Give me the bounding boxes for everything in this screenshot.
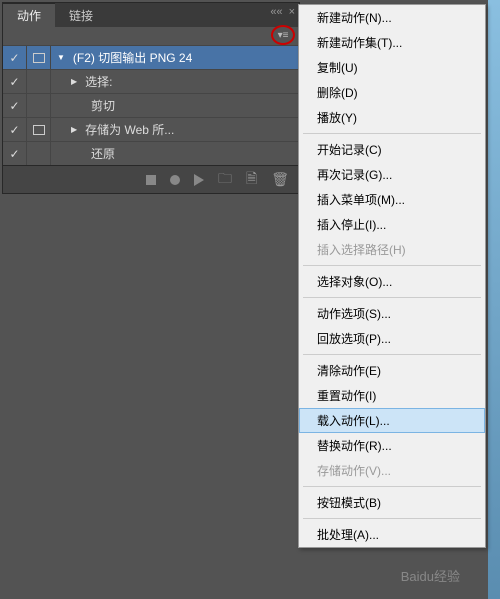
dialog-toggle-icon[interactable]: [27, 118, 51, 141]
tab-actions[interactable]: 动作: [3, 3, 55, 27]
close-icon[interactable]: ×: [289, 6, 295, 18]
menu-item[interactable]: 播放(Y): [299, 105, 485, 130]
toggle-check-icon[interactable]: ✓: [3, 70, 27, 93]
menu-separator: [303, 297, 481, 298]
menu-separator: [303, 486, 481, 487]
expand-icon[interactable]: ▼: [57, 53, 65, 62]
menu-item[interactable]: 删除(D): [299, 80, 485, 105]
menu-item[interactable]: 按钮模式(B): [299, 490, 485, 515]
expand-icon[interactable]: ▶: [71, 125, 77, 134]
menu-item[interactable]: 载入动作(L)...: [299, 408, 485, 433]
toggle-check-icon[interactable]: ✓: [3, 94, 27, 117]
panel-tabs: 动作 链接: [3, 3, 107, 27]
menu-item[interactable]: 新建动作集(T)...: [299, 30, 485, 55]
action-title: (F2) 切图输出 PNG 24: [73, 49, 192, 66]
dialog-toggle-icon[interactable]: [27, 142, 51, 165]
menu-item[interactable]: 复制(U): [299, 55, 485, 80]
tab-links[interactable]: 链接: [55, 3, 107, 27]
step-label: 剪切: [91, 97, 115, 114]
toggle-check-icon[interactable]: ✓: [3, 46, 27, 69]
menu-item[interactable]: 清除动作(E): [299, 358, 485, 383]
panel-header: 动作 链接 «« ×: [3, 3, 299, 27]
toggle-check-icon[interactable]: ✓: [3, 118, 27, 141]
menu-item[interactable]: 插入停止(I)...: [299, 212, 485, 237]
dialog-toggle-icon[interactable]: [27, 70, 51, 93]
new-action-icon[interactable]: 🗎: [246, 168, 257, 192]
menu-item[interactable]: 批处理(A)...: [299, 522, 485, 547]
step-label: 选择:: [85, 73, 112, 90]
action-step-row[interactable]: ✓ ▶ 选择:: [3, 69, 299, 93]
action-step-row[interactable]: ✓ 还原: [3, 141, 299, 165]
panel-menu-button[interactable]: ▾≡: [271, 25, 295, 45]
window-controls: «« ×: [270, 6, 295, 18]
menu-item[interactable]: 再次记录(G)...: [299, 162, 485, 187]
menu-item: 存储动作(V)...: [299, 458, 485, 483]
play-icon[interactable]: [194, 174, 204, 186]
record-icon[interactable]: [170, 175, 180, 185]
menu-item[interactable]: 插入菜单项(M)...: [299, 187, 485, 212]
menu-separator: [303, 354, 481, 355]
panel-context-menu: 新建动作(N)...新建动作集(T)...复制(U)删除(D)播放(Y) 开始记录…: [298, 4, 486, 548]
menu-item[interactable]: 回放选项(P)...: [299, 326, 485, 351]
action-step-row[interactable]: ✓ 剪切: [3, 93, 299, 117]
right-edge-strip: [488, 0, 500, 599]
collapse-icon[interactable]: ««: [270, 6, 282, 18]
toggle-check-icon[interactable]: ✓: [3, 142, 27, 165]
watermark: Baidu经验: [401, 566, 460, 585]
expand-icon[interactable]: ▶: [71, 77, 77, 86]
step-label: 存储为 Web 所...: [85, 121, 174, 138]
actions-toolbar: 🗀 🗎 🗑: [3, 165, 299, 193]
trash-icon[interactable]: 🗑: [271, 171, 289, 188]
menu-item[interactable]: 新建动作(N)...: [299, 5, 485, 30]
menu-separator: [303, 518, 481, 519]
actions-panel: 动作 链接 «« × ▾≡ ✓ ▼ (F2) 切图输出 PNG 24 ✓ ▶ 选…: [2, 2, 300, 194]
menu-item: 插入选择路径(H): [299, 237, 485, 262]
menu-item[interactable]: 重置动作(I): [299, 383, 485, 408]
menu-item[interactable]: 动作选项(S)...: [299, 301, 485, 326]
new-set-icon[interactable]: 🗀: [218, 168, 232, 192]
menu-item[interactable]: 选择对象(O)...: [299, 269, 485, 294]
menu-separator: [303, 265, 481, 266]
step-label: 还原: [91, 145, 115, 162]
action-list: ✓ ▼ (F2) 切图输出 PNG 24 ✓ ▶ 选择: ✓ 剪切 ✓: [3, 45, 299, 165]
stop-icon[interactable]: [146, 175, 156, 185]
action-set-row[interactable]: ✓ ▼ (F2) 切图输出 PNG 24: [3, 45, 299, 69]
dialog-toggle-icon[interactable]: [27, 94, 51, 117]
menu-item[interactable]: 开始记录(C): [299, 137, 485, 162]
menu-item[interactable]: 替换动作(R)...: [299, 433, 485, 458]
action-step-row[interactable]: ✓ ▶ 存储为 Web 所...: [3, 117, 299, 141]
menu-separator: [303, 133, 481, 134]
menu-row: ▾≡: [3, 27, 299, 45]
dialog-toggle-icon[interactable]: [27, 46, 51, 69]
